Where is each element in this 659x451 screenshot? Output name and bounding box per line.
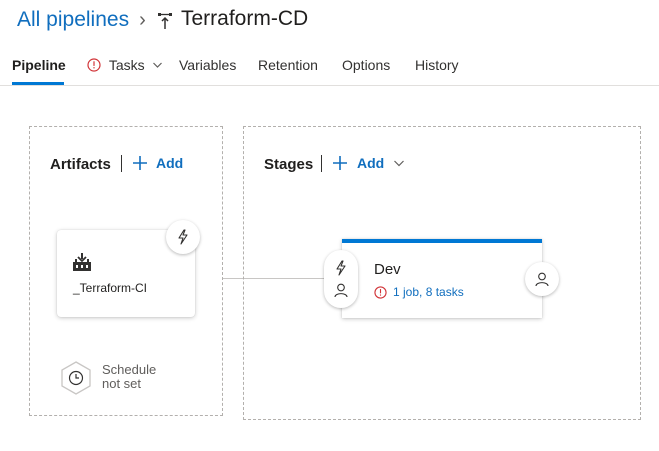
tab-pipeline-label: Pipeline xyxy=(12,57,66,73)
tab-retention[interactable]: Retention xyxy=(258,57,318,73)
tab-variables[interactable]: Variables xyxy=(179,57,236,73)
active-tab-indicator xyxy=(12,82,64,85)
chevron-down-icon[interactable] xyxy=(393,159,405,167)
continuous-deployment-trigger-button[interactable] xyxy=(166,220,200,254)
release-pipeline-icon xyxy=(158,13,172,29)
schedule-status-line2: not set xyxy=(102,376,142,391)
person-icon xyxy=(535,272,549,286)
stage-status-link[interactable]: 1 job, 8 tasks xyxy=(374,285,464,299)
tab-variables-label: Variables xyxy=(179,57,237,73)
stage-name: Dev xyxy=(374,261,401,278)
post-deployment-conditions-button[interactable] xyxy=(525,262,559,296)
tab-options[interactable]: Options xyxy=(342,57,390,73)
plus-icon xyxy=(333,156,347,170)
build-artifact-icon xyxy=(73,253,91,271)
plus-icon xyxy=(133,156,147,170)
tab-tasks[interactable]: Tasks xyxy=(87,57,163,73)
tab-history-label: History xyxy=(415,57,459,73)
schedule-status-line1: Schedule xyxy=(102,362,157,377)
tab-retention-label: Retention xyxy=(258,57,318,73)
pre-deployment-approvals-icon[interactable] xyxy=(334,283,348,298)
page-title: Terraform-CD xyxy=(181,7,309,30)
tab-bar: Pipeline Tasks Variables Retention Optio… xyxy=(0,52,659,86)
add-artifact-label: Add xyxy=(156,155,184,171)
artifact-name: _Terraform-CI xyxy=(73,281,148,295)
stages-divider xyxy=(321,155,322,172)
chevron-down-icon[interactable] xyxy=(152,61,163,69)
tab-history[interactable]: History xyxy=(415,57,459,73)
add-stage-button[interactable]: Add xyxy=(332,155,405,171)
stages-title: Stages xyxy=(264,156,314,173)
stage-card[interactable] xyxy=(342,239,542,318)
lightning-icon[interactable] xyxy=(334,260,348,276)
pre-deployment-conditions[interactable] xyxy=(324,250,358,308)
add-artifact-button[interactable]: Add xyxy=(132,155,183,171)
tab-pipeline[interactable]: Pipeline xyxy=(12,57,66,73)
breadcrumb: All pipelines › xyxy=(17,8,146,32)
tab-options-label: Options xyxy=(342,57,391,73)
breadcrumb-separator: › xyxy=(139,8,146,31)
lightning-icon xyxy=(178,229,188,245)
warning-icon xyxy=(87,58,101,72)
artifacts-divider xyxy=(121,155,122,172)
stage-status-text: 1 job, 8 tasks xyxy=(393,285,464,299)
add-stage-label: Add xyxy=(357,155,385,171)
artifacts-title: Artifacts xyxy=(50,156,111,173)
schedule-trigger-button[interactable] xyxy=(59,360,93,396)
warning-icon xyxy=(374,285,387,299)
schedule-status: Schedule not set xyxy=(102,363,156,391)
tab-tasks-label: Tasks xyxy=(108,57,145,73)
breadcrumb-all-pipelines-link[interactable]: All pipelines xyxy=(17,8,129,32)
